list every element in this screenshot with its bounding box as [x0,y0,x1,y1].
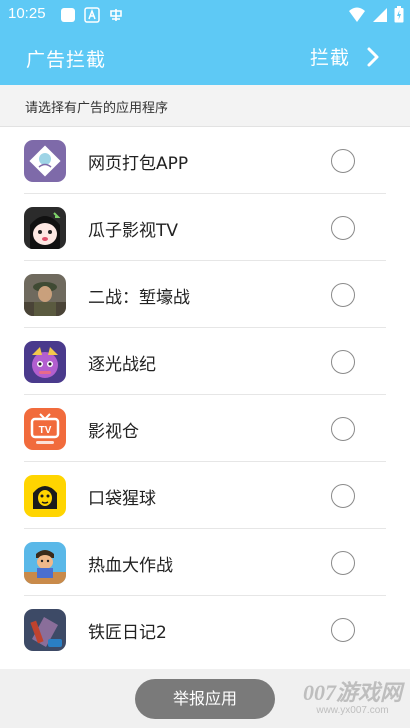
app-icon-ww2 [24,274,66,316]
list-item[interactable]: 热血大作战 [0,529,410,596]
app-list: 网页打包APP 瓜子影视TV 二战：堑壕战 逐光战纪 TV 影视仓 口袋猩球 热… [0,127,410,663]
app-name: 铁匠日记2 [88,623,167,643]
select-radio[interactable] [331,350,355,374]
page-title: 广告拦截 [26,49,107,71]
status-bar: 10:25 [0,0,410,30]
battery-icon [394,6,404,23]
notification-icon [61,8,75,22]
select-radio[interactable] [331,618,355,642]
app-icon-koudai [24,475,66,517]
report-app-button[interactable]: 举报应用 [135,679,275,719]
svg-text:TV: TV [39,425,52,436]
app-name: 二战：堑壕战 [88,288,190,308]
list-item[interactable]: 瓜子影视TV [0,194,410,261]
app-icon-yingshicang: TV [24,408,66,450]
list-item[interactable]: 逐光战纪 [0,328,410,395]
section-header: 请选择有广告的应用程序 [0,85,410,127]
app-icon-webpack [24,140,66,182]
app-notification-icon [110,9,122,21]
list-item[interactable]: TV 影视仓 [0,395,410,462]
select-radio[interactable] [331,283,355,307]
app-name: 逐光战纪 [88,355,156,375]
list-item[interactable]: 二战：堑壕战 [0,261,410,328]
app-bar: 广告拦截 拦截 [0,30,410,85]
select-radio[interactable] [331,216,355,240]
block-button[interactable]: 拦截 [310,43,380,70]
status-right-icons [348,6,404,23]
list-item[interactable]: 网页打包APP [0,127,410,194]
app-icon-tiejiang [24,609,66,651]
select-radio[interactable] [331,417,355,441]
app-name: 口袋猩球 [88,489,156,509]
chevron-right-icon [367,47,379,66]
section-header-text: 请选择有广告的应用程序 [25,101,169,116]
bottom-bar: 举报应用 [0,669,410,728]
select-radio[interactable] [331,149,355,173]
app-name: 网页打包APP [88,154,189,174]
app-name: 影视仓 [88,422,139,442]
select-radio[interactable] [331,551,355,575]
block-button-label: 拦截 [309,47,350,69]
app-icon-rexue [24,542,66,584]
signal-icon [373,7,387,22]
select-radio[interactable] [331,484,355,508]
list-item[interactable]: 铁匠日记2 [0,596,410,663]
list-item[interactable]: 口袋猩球 [0,462,410,529]
app-icon-guazi [24,207,66,249]
app-icon-zhuguang [24,341,66,383]
wifi-icon [349,7,365,22]
app-name: 瓜子影视TV [88,221,179,241]
status-time: 10:25 [8,5,46,22]
app-name: 热血大作战 [88,556,173,576]
font-a-icon [84,7,100,23]
